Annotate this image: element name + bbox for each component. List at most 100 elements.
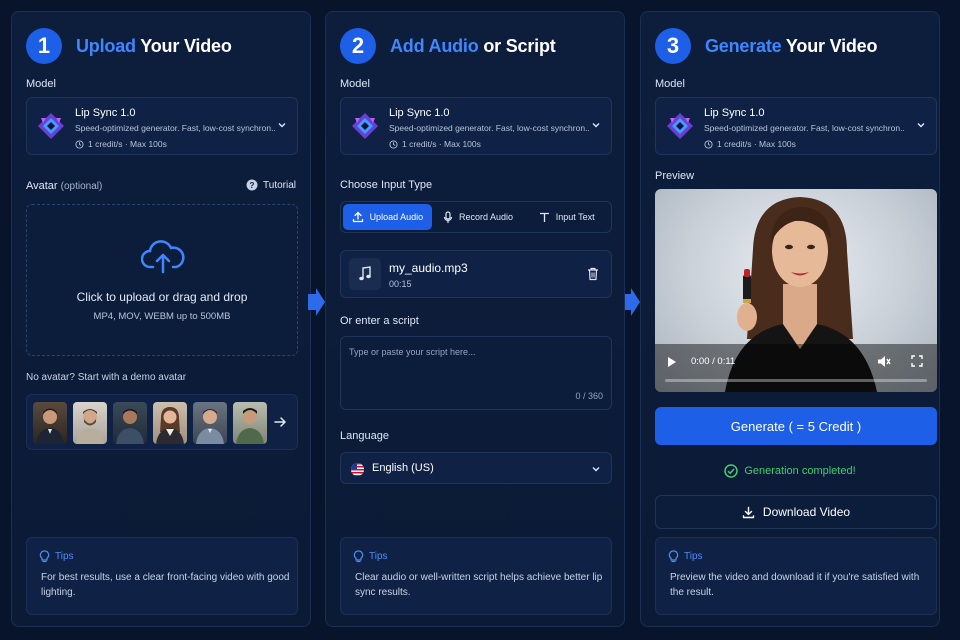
upload-icon — [352, 211, 363, 223]
script-label: Or enter a script — [340, 315, 419, 327]
step-title: Upload Your Video — [76, 35, 232, 56]
video-preview[interactable]: 0:00 / 0:11 — [655, 189, 937, 392]
generate-button[interactable]: Generate ( = 5 Credit ) — [655, 407, 937, 445]
language-label: Language — [340, 430, 389, 442]
help-icon: ? — [246, 179, 258, 191]
model-meta: 1 credit/s · Max 100s — [704, 139, 796, 149]
model-select[interactable]: Lip Sync 1.0 Speed-optimized generator. … — [26, 97, 298, 155]
audio-duration: 00:15 — [389, 279, 412, 289]
tips-text: For best results, use a clear front-faci… — [41, 572, 290, 598]
model-meta: 1 credit/s · Max 100s — [389, 139, 481, 149]
language-value: English (US) — [372, 462, 434, 474]
model-logo-icon — [667, 113, 693, 139]
trash-icon[interactable] — [587, 267, 599, 281]
microphone-icon — [443, 210, 453, 223]
model-label: Model — [340, 78, 370, 90]
demo-avatar[interactable] — [233, 402, 267, 444]
lightbulb-icon — [353, 550, 364, 563]
tips-header: Tips — [668, 550, 703, 563]
input-type-tabs: Upload Audio Record Audio Input Text — [340, 201, 612, 233]
lightbulb-icon — [668, 550, 679, 563]
tips-card: Tips For best results, use a clear front… — [26, 537, 298, 615]
step-header: 1 Upload Your Video — [26, 28, 232, 64]
download-button[interactable]: Download Video — [655, 495, 937, 529]
model-label: Model — [26, 78, 56, 90]
script-placeholder: Type or paste your script here... — [349, 347, 476, 357]
avatar-label: Avatar (optional) — [26, 180, 103, 192]
chevron-down-icon — [917, 123, 925, 128]
progress-bar[interactable] — [665, 379, 927, 382]
step-title: Add Audio or Script — [390, 35, 556, 56]
demo-avatar-label: No avatar? Start with a demo avatar — [26, 372, 187, 383]
tips-header: Tips — [39, 550, 74, 563]
clock-icon — [389, 139, 398, 149]
model-logo-icon — [38, 113, 64, 139]
preview-label: Preview — [655, 170, 695, 182]
us-flag-icon — [351, 463, 364, 476]
fullscreen-icon[interactable] — [911, 355, 923, 367]
svg-text:?: ? — [250, 181, 255, 190]
language-select[interactable]: English (US) — [340, 452, 612, 484]
tips-header: Tips — [353, 550, 388, 563]
upload-formats: MP4, MOV, WEBM up to 500MB — [93, 311, 231, 322]
tips-card: Tips Preview the video and download it i… — [655, 537, 937, 615]
model-select[interactable]: Lip Sync 1.0 Speed-optimized generator. … — [655, 97, 937, 155]
tab-record-audio[interactable]: Record Audio — [434, 202, 523, 232]
demo-avatar[interactable] — [33, 402, 67, 444]
tab-upload-audio[interactable]: Upload Audio — [343, 204, 432, 230]
play-icon[interactable] — [667, 356, 677, 368]
model-name: Lip Sync 1.0 — [704, 107, 765, 119]
upload-instruction: Click to upload or drag and drop — [76, 290, 248, 304]
music-note-icon — [349, 258, 381, 290]
step-header: 2 Add Audio or Script — [340, 28, 556, 64]
step-title: Generate Your Video — [705, 35, 878, 56]
demo-avatar[interactable] — [113, 402, 147, 444]
step-number: 2 — [340, 28, 376, 64]
upload-dropzone[interactable]: Click to upload or drag and drop MP4, MO… — [26, 204, 298, 356]
text-icon — [539, 212, 549, 222]
tab-input-text[interactable]: Input Text — [522, 202, 611, 232]
mute-icon[interactable] — [877, 355, 891, 368]
step-arrow-icon — [308, 288, 325, 316]
character-count: 0 / 360 — [575, 391, 603, 401]
script-textarea[interactable]: Type or paste your script here... 0 / 36… — [340, 336, 612, 410]
audio-file-name: my_audio.mp3 — [389, 261, 468, 275]
model-description: Speed-optimized generator. Fast, low-cos… — [75, 123, 275, 133]
tips-text: Clear audio or well-written script helps… — [355, 572, 603, 598]
generate-panel: 3 Generate Your Video Model Lip Sync 1.0… — [640, 11, 940, 627]
model-name: Lip Sync 1.0 — [389, 107, 450, 119]
model-description: Speed-optimized generator. Fast, low-cos… — [389, 123, 589, 133]
demo-avatar[interactable] — [193, 402, 227, 444]
model-description: Speed-optimized generator. Fast, low-cos… — [704, 123, 904, 133]
upload-panel: 1 Upload Your Video Model Lip Sync 1.0 S… — [11, 11, 311, 627]
model-meta: 1 credit/s · Max 100s — [75, 139, 167, 149]
chevron-down-icon — [592, 123, 600, 128]
demo-avatar[interactable] — [73, 402, 107, 444]
tips-card: Tips Clear audio or well-written script … — [340, 537, 612, 615]
audio-panel: 2 Add Audio or Script Model Lip Sync 1.0… — [325, 11, 625, 627]
clock-icon — [75, 139, 84, 149]
chevron-down-icon — [592, 467, 600, 472]
download-icon — [742, 506, 755, 518]
cloud-upload-icon — [141, 240, 185, 274]
model-select[interactable]: Lip Sync 1.0 Speed-optimized generator. … — [340, 97, 612, 155]
status-message: Generation completed! — [641, 464, 939, 478]
arrow-right-icon[interactable] — [273, 415, 287, 429]
tips-text: Preview the video and download it if you… — [670, 572, 920, 598]
model-logo-icon — [352, 113, 378, 139]
model-name: Lip Sync 1.0 — [75, 107, 136, 119]
model-label: Model — [655, 78, 685, 90]
step-header: 3 Generate Your Video — [655, 28, 877, 64]
input-type-label: Choose Input Type — [340, 179, 433, 191]
step-number: 3 — [655, 28, 691, 64]
lightbulb-icon — [39, 550, 50, 563]
clock-icon — [704, 139, 713, 149]
demo-avatar[interactable] — [153, 402, 187, 444]
chevron-down-icon — [278, 123, 286, 128]
check-circle-icon — [724, 464, 739, 478]
demo-avatar-row — [26, 394, 298, 450]
video-time: 0:00 / 0:11 — [691, 356, 736, 367]
audio-file-card: my_audio.mp3 00:15 — [340, 250, 612, 298]
step-number: 1 — [26, 28, 62, 64]
tutorial-link[interactable]: ? Tutorial — [246, 179, 296, 191]
